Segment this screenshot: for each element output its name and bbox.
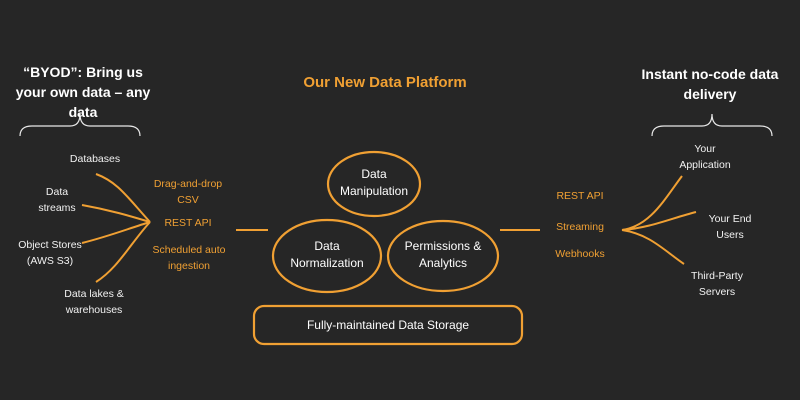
source-data-streams: Data streams: [38, 186, 76, 214]
source-object-stores: Object Stores (AWS S3): [18, 239, 82, 267]
diagram-lines: [19, 113, 773, 346]
connector-third-party: [621, 229, 685, 265]
source-databases: Databases: [69, 153, 121, 165]
deliver-streaming: Streaming: [556, 221, 604, 233]
deliver-webhooks: Webhooks: [555, 248, 605, 260]
ingest-rest-api: REST API: [164, 217, 212, 229]
connector-streams: [81, 204, 151, 223]
right-brace: [651, 113, 773, 137]
connector-application: [621, 175, 683, 231]
source-data-lakes: Data lakes & warehouses: [64, 288, 124, 316]
dest-application: Your Application: [679, 143, 731, 171]
diagram-title: Our New Data Platform: [303, 74, 467, 91]
node-data-manipulation: Data Manipulation: [339, 167, 409, 198]
dest-third-party: Third-Party Servers: [691, 270, 743, 298]
dest-end-users: Your End Users: [708, 213, 752, 241]
ingest-scheduled: Scheduled auto ingestion: [152, 244, 226, 272]
right-header: Instant no-code data delivery: [641, 66, 779, 102]
node-data-normalization: Data Normalization: [290, 239, 364, 270]
ingest-drag-drop: Drag-and-drop CSV: [153, 178, 223, 206]
storage-label: Fully-maintained Data Storage: [306, 318, 470, 332]
node-permissions-analytics: Permissions & Analytics: [404, 239, 482, 270]
left-header: “BYOD”: Bring us your own data – any dat…: [15, 64, 151, 120]
platform-diagram: Our New Data Platform “BYOD”: Bring us y…: [0, 0, 800, 400]
connector-object-stores: [81, 221, 151, 244]
deliver-rest-api: REST API: [556, 190, 604, 202]
right-connectors: [621, 175, 697, 265]
